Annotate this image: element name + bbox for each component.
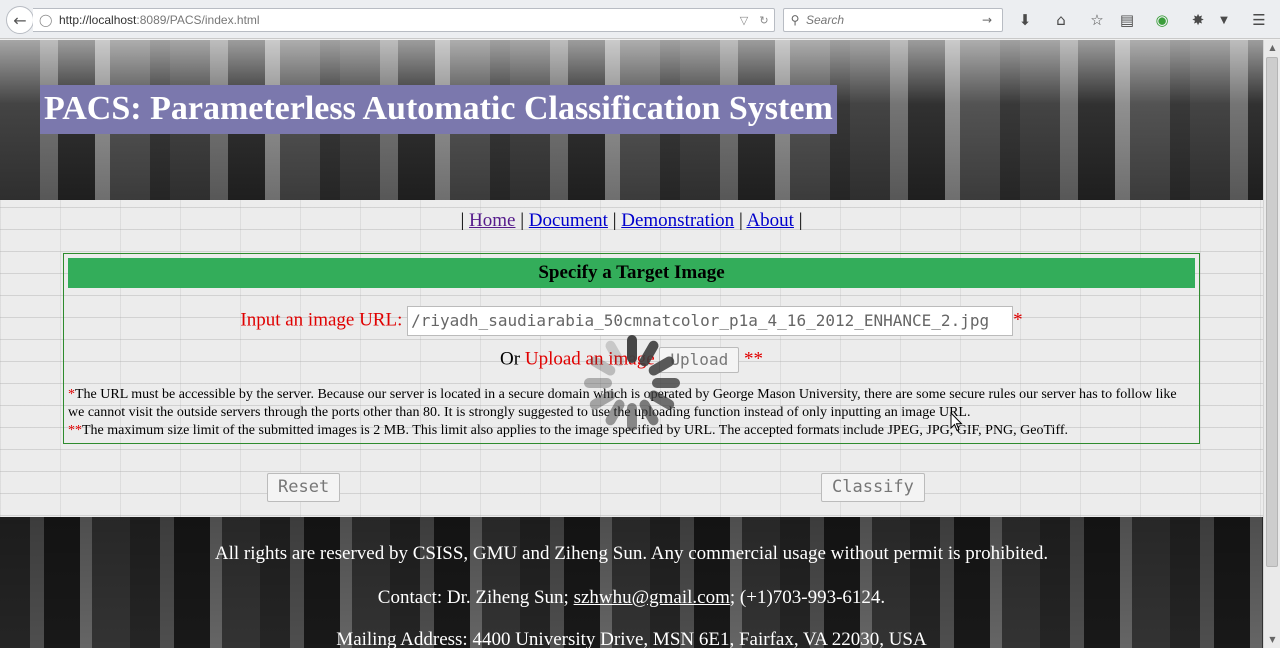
extension-icon[interactable]: ✸ bbox=[1186, 9, 1210, 31]
scroll-down-icon[interactable]: ▼ bbox=[1264, 632, 1280, 648]
nav-separator: | bbox=[798, 210, 803, 231]
url-path: :8089/PACS/index.html bbox=[136, 13, 260, 27]
main-nav: | Home | Document | Demonstration | Abou… bbox=[0, 210, 1263, 232]
or-text: Or bbox=[500, 348, 521, 370]
footer-address: Mailing Address: 4400 University Drive, … bbox=[336, 629, 927, 648]
url-required-marker: * bbox=[1013, 309, 1023, 331]
search-go-icon[interactable]: → bbox=[982, 13, 1002, 27]
panel-heading: Specify a Target Image bbox=[68, 258, 1195, 288]
note-marker: * bbox=[68, 387, 75, 402]
nav-separator: | bbox=[520, 210, 525, 231]
upload-required-marker: ** bbox=[743, 348, 763, 370]
scroll-up-icon[interactable]: ▲ bbox=[1264, 40, 1280, 56]
nav-link-demonstration[interactable]: Demonstration bbox=[621, 210, 734, 231]
nav-link-about[interactable]: About bbox=[746, 210, 794, 231]
vertical-scrollbar[interactable]: ▲ ▼ bbox=[1263, 40, 1280, 648]
nav-separator: | bbox=[738, 210, 743, 231]
footer-contact: Contact: Dr. Ziheng Sun; szhwhu@gmail.co… bbox=[0, 587, 1263, 609]
footer-rights: All rights are reserved by CSISS, GMU an… bbox=[214, 543, 1049, 564]
overflow-dropdown-icon[interactable]: ▼ bbox=[1212, 9, 1236, 31]
hamburger-menu-icon[interactable]: ☰ bbox=[1247, 9, 1271, 31]
search-placeholder: Search bbox=[806, 13, 845, 27]
download-icon[interactable]: ⬇ bbox=[1013, 9, 1037, 31]
back-arrow-icon[interactable]: ← bbox=[6, 6, 34, 34]
image-url-input[interactable]: /riyadh_saudiarabia_50cmnatcolor_p1a_4_1… bbox=[407, 306, 1014, 336]
note-marker: ** bbox=[68, 423, 82, 438]
contact-prefix: Contact: Dr. Ziheng Sun; bbox=[377, 587, 574, 608]
reset-button[interactable]: Reset bbox=[267, 473, 341, 502]
loading-spinner-icon bbox=[584, 335, 680, 431]
nav-separator: | bbox=[612, 210, 617, 231]
search-icon: ⚲ bbox=[790, 13, 800, 27]
contact-email-link[interactable]: szhwhu@gmail.com bbox=[574, 587, 730, 608]
globe-icon: ◯ bbox=[39, 13, 53, 27]
home-icon[interactable]: ⌂ bbox=[1049, 9, 1073, 31]
dropdown-arrow-icon[interactable]: ▽ bbox=[734, 14, 754, 27]
page-content: PACS: Parameterless Automatic Classifica… bbox=[0, 40, 1263, 648]
url-bar[interactable]: ◯ http://localhost:8089/PACS/index.html … bbox=[33, 8, 775, 32]
url-text[interactable]: http://localhost:8089/PACS/index.html bbox=[57, 13, 734, 27]
nav-link-document[interactable]: Document bbox=[529, 210, 608, 231]
nav-link-home[interactable]: Home bbox=[469, 210, 515, 231]
search-bar[interactable]: ⚲ Search → bbox=[783, 8, 1003, 32]
reload-icon[interactable]: ↻ bbox=[754, 14, 774, 27]
classify-button[interactable]: Classify bbox=[821, 473, 925, 502]
footer: All rights are reserved by CSISS, GMU an… bbox=[0, 517, 1263, 648]
note-text: The maximum size limit of the submitted … bbox=[82, 423, 1069, 438]
url-label: Input an image URL: bbox=[240, 309, 403, 331]
reading-list-icon[interactable]: ▤ bbox=[1115, 9, 1139, 31]
nav-separator: | bbox=[460, 210, 465, 231]
site-title: PACS: Parameterless Automatic Classifica… bbox=[40, 85, 837, 134]
bookmark-star-icon[interactable]: ☆ bbox=[1085, 9, 1109, 31]
header-banner: PACS: Parameterless Automatic Classifica… bbox=[0, 40, 1263, 200]
addon-icon[interactable]: ◉ bbox=[1150, 9, 1174, 31]
contact-suffix: ; (+1)703-993-6124. bbox=[729, 587, 886, 608]
browser-toolbar: ← ◯ http://localhost:8089/PACS/index.htm… bbox=[0, 0, 1280, 39]
url-host: http://localhost bbox=[59, 13, 137, 27]
scroll-thumb[interactable] bbox=[1266, 57, 1278, 567]
mouse-cursor-icon bbox=[950, 412, 963, 432]
